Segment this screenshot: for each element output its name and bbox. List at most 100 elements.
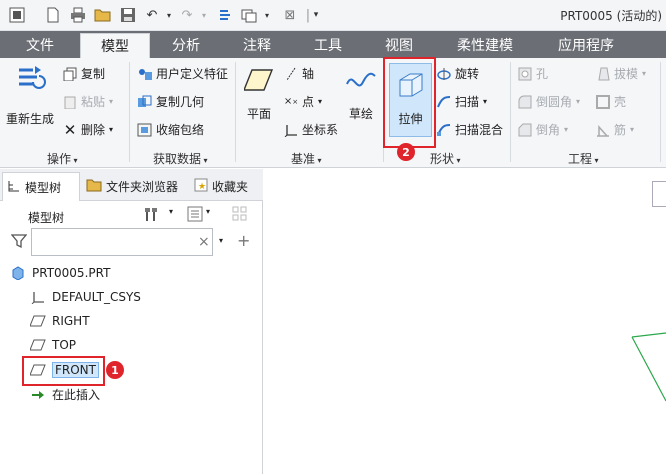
model-tree-title: 模型树 <box>28 211 65 225</box>
user-defined-feature-icon <box>137 66 153 82</box>
tab-tools[interactable]: 工具 <box>294 31 362 58</box>
round-button[interactable]: 倒圆角 ▾ <box>517 93 580 110</box>
tree-item-right[interactable]: RIGHT <box>30 314 90 328</box>
regenerate-icon <box>19 66 46 89</box>
tree-item-insert-here[interactable]: 在此插入 <box>30 386 100 403</box>
filter-dropdown-icon[interactable]: ▾ <box>219 236 223 245</box>
datum-plane-icon <box>30 338 46 352</box>
sketch-button[interactable]: 草绘 <box>345 66 377 122</box>
draft-button[interactable]: 拔模 ▾ <box>595 65 646 82</box>
close-window-icon[interactable]: ⊠ <box>281 6 299 24</box>
regenerate-label: 重新生成 <box>6 112 55 126</box>
shell-button[interactable]: 壳 <box>595 93 626 110</box>
tab-folder-browser[interactable]: 文件夹浏览器 <box>82 172 186 200</box>
windows-dropdown-icon[interactable]: ▾ <box>258 6 276 24</box>
chamfer-button[interactable]: 倒角 ▾ <box>517 121 568 138</box>
delete-x-icon: ✕ <box>63 120 77 139</box>
new-file-icon[interactable] <box>44 6 62 24</box>
tab-view[interactable]: 视图 <box>364 31 434 58</box>
copy-button[interactable]: 复制 <box>62 65 105 82</box>
tab-model-tree[interactable]: 模型树 <box>2 172 80 201</box>
datum-point-icon: × × <box>283 96 299 107</box>
regenerate-button[interactable]: 重新生成 <box>6 62 54 127</box>
group-label-shapes[interactable]: 形状 <box>430 150 461 167</box>
group-label-get-data[interactable]: 获取数据 <box>153 150 208 167</box>
tree-filter-grid-icon[interactable] <box>232 206 250 225</box>
graphics-window[interactable] <box>264 169 666 474</box>
view-toolbar-tab[interactable] <box>652 181 666 207</box>
tree-settings-dropdown-icon[interactable]: ▾ <box>169 207 173 216</box>
windows-icon[interactable] <box>240 6 258 24</box>
csys-icon <box>30 290 46 304</box>
revolve-button[interactable]: 旋转 <box>436 65 479 82</box>
tab-analysis[interactable]: 分析 <box>152 31 220 58</box>
udf-button[interactable]: 用户定义特征 <box>137 65 228 82</box>
tab-applications[interactable]: 应用程序 <box>536 31 636 58</box>
tree-item-top[interactable]: TOP <box>30 338 76 352</box>
paste-button[interactable]: 粘贴 ▾ <box>62 93 113 110</box>
tab-annotate[interactable]: 注释 <box>222 31 292 58</box>
undo-icon[interactable]: ↶ <box>143 6 161 24</box>
sweep-dropdown-icon[interactable]: ▾ <box>483 97 487 106</box>
tab-flexible-modeling[interactable]: 柔性建模 <box>436 31 534 58</box>
csys-button[interactable]: 坐标系 <box>283 121 338 138</box>
sweep-button[interactable]: 扫描 ▾ <box>436 93 487 110</box>
datum-axis-icon <box>283 66 299 82</box>
point-dropdown-icon[interactable]: ▾ <box>318 97 322 106</box>
navigator-panel: 模型树 文件夹浏览器 ★ 收藏夹 模型树 ▾ ▾ × ▾ + PRT0005.P… <box>0 169 263 474</box>
shrinkwrap-button[interactable]: 收缩包络 <box>137 121 204 138</box>
step-2-badge: 2 <box>397 143 415 161</box>
draft-dropdown-icon[interactable]: ▾ <box>642 69 646 78</box>
folder-browser-icon <box>86 178 102 195</box>
paste-dropdown-icon[interactable]: ▾ <box>109 97 113 106</box>
datum-plane-icon <box>30 314 46 328</box>
redo-icon[interactable]: ↷ <box>178 6 196 24</box>
tree-item-default-csys[interactable]: DEFAULT_CSYS <box>30 290 141 304</box>
filter-funnel-icon[interactable] <box>10 233 28 252</box>
tab-model[interactable]: 模型 <box>80 33 150 58</box>
tree-search-input[interactable] <box>31 228 213 256</box>
paste-icon <box>62 94 78 110</box>
group-label-engineering[interactable]: 工程 <box>568 150 599 167</box>
regenerate-small-icon[interactable] <box>216 6 234 24</box>
tree-item-part[interactable]: PRT0005.PRT <box>10 266 110 280</box>
copy-geometry-button[interactable]: 复制几何 <box>137 93 204 110</box>
add-filter-icon[interactable]: + <box>237 231 250 250</box>
sketch-icon <box>346 72 376 87</box>
point-button[interactable]: × × 点 ▾ <box>283 93 322 110</box>
copy-icon <box>62 66 78 82</box>
tab-file[interactable]: 文件 <box>10 31 70 58</box>
window-title: PRT0005 (活动的) <box>560 9 662 23</box>
ribbon-body: 重新生成 复制 粘贴 ▾ ✕ 删除 ▾ 操作 用户定义特征 复制几何 收缩包络 … <box>0 58 666 168</box>
sweep-icon <box>436 94 452 110</box>
clear-search-icon[interactable]: × <box>198 234 210 250</box>
swept-blend-button[interactable]: 扫描混合 <box>436 121 503 138</box>
tree-settings-icon[interactable] <box>142 205 160 227</box>
chamfer-dropdown-icon[interactable]: ▾ <box>564 125 568 134</box>
swept-blend-icon <box>436 122 452 138</box>
extrude-highlight-box <box>383 57 436 148</box>
delete-dropdown-icon[interactable]: ▾ <box>109 125 113 134</box>
print-icon[interactable] <box>69 6 87 24</box>
rib-button[interactable]: 筋 ▾ <box>595 121 634 138</box>
open-folder-icon[interactable] <box>94 6 112 24</box>
round-dropdown-icon[interactable]: ▾ <box>576 97 580 106</box>
rib-dropdown-icon[interactable]: ▾ <box>630 125 634 134</box>
draft-icon <box>595 66 611 82</box>
redo-dropdown-icon[interactable]: ▾ <box>195 6 213 24</box>
customize-toolbar-icon[interactable]: ▾ <box>307 6 325 24</box>
hole-button[interactable]: 孔 <box>517 65 548 82</box>
plane-button[interactable]: 平面 <box>244 66 274 122</box>
group-divider <box>660 62 661 162</box>
group-label-operations[interactable]: 操作 <box>47 150 78 167</box>
tree-columns-dropdown-icon[interactable]: ▾ <box>206 207 210 216</box>
tree-columns-icon[interactable] <box>187 206 203 225</box>
svg-text:★: ★ <box>198 182 206 192</box>
group-divider <box>235 62 236 162</box>
save-icon[interactable] <box>119 6 137 24</box>
group-label-datum[interactable]: 基准 <box>291 150 322 167</box>
tab-favorites[interactable]: ★ 收藏夹 <box>190 172 262 200</box>
undo-dropdown-icon[interactable]: ▾ <box>160 6 178 24</box>
axis-button[interactable]: 轴 <box>283 65 314 82</box>
delete-button[interactable]: ✕ 删除 ▾ <box>62 120 113 139</box>
